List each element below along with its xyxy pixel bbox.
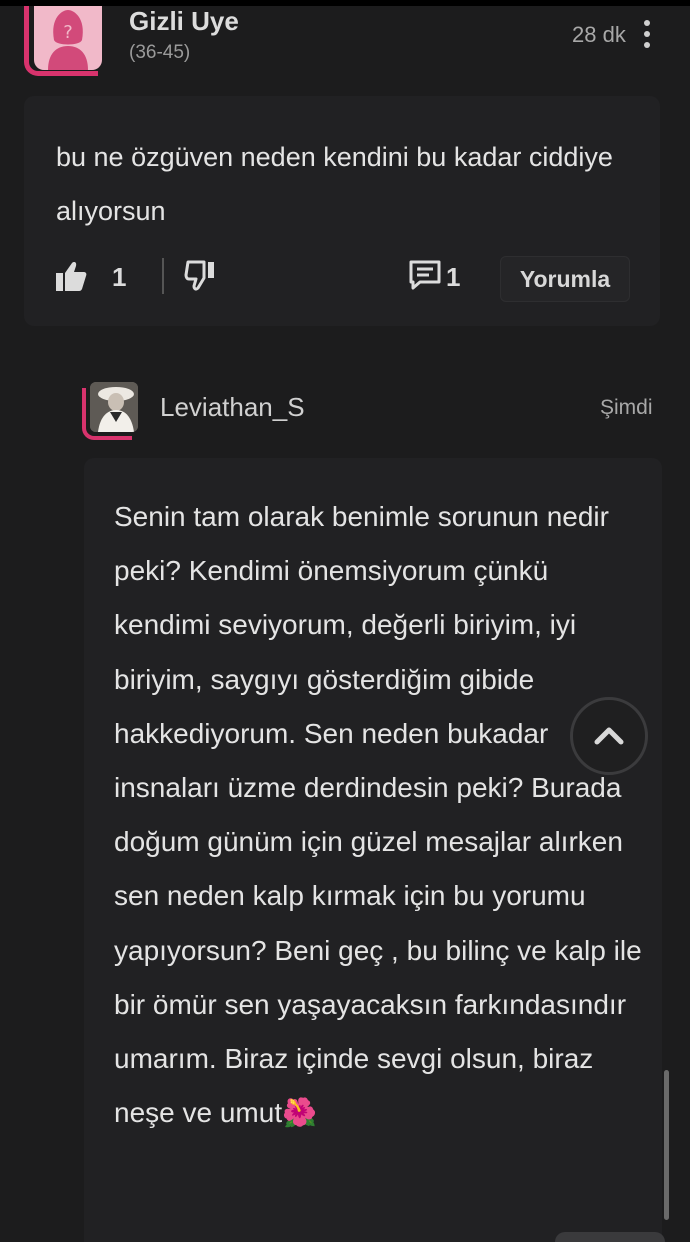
reply-author-name[interactable]: Leviathan_S: [160, 392, 305, 423]
reply-button[interactable]: Yorumla: [500, 256, 630, 302]
comment-timestamp: 28 dk: [572, 22, 626, 47]
bottom-sheet-handle[interactable]: [555, 1232, 665, 1242]
divider: [162, 258, 164, 294]
chevron-up-icon: [594, 727, 624, 745]
anonymous-female-avatar-icon: ?: [34, 6, 102, 70]
reply-count: 1: [446, 262, 461, 292]
like-count: 1: [112, 262, 127, 292]
comment-icon[interactable]: [408, 258, 442, 292]
thumbs-up-icon[interactable]: [54, 260, 88, 294]
comment-text: bu ne özgüven neden kendini bu kadar cid…: [56, 142, 613, 226]
reply-avatar[interactable]: [82, 380, 142, 440]
reply-text-body: Senin tam olarak benimle sorunun nedir p…: [114, 501, 642, 1129]
scrollbar[interactable]: [664, 1070, 669, 1220]
reply-text: Senin tam olarak benimle sorunun nedir p…: [114, 490, 644, 1140]
hibiscus-emoji: 🌺: [282, 1097, 317, 1129]
user-photo-avatar: [90, 382, 138, 432]
thumbs-down-icon[interactable]: [184, 258, 218, 292]
comment-author-age-group: (36-45): [129, 42, 191, 63]
more-vertical-icon[interactable]: [638, 18, 656, 50]
comment-author-name[interactable]: Gizli Uye: [129, 6, 239, 37]
reply-timestamp: Şimdi: [600, 396, 653, 419]
comment-thread-page: ? Gizli Uye (36-45) 28 dk bu ne özgüven …: [0, 0, 690, 1242]
scroll-to-top-button[interactable]: [570, 697, 648, 775]
svg-text:?: ?: [63, 22, 73, 43]
comment-avatar[interactable]: ?: [24, 6, 104, 80]
